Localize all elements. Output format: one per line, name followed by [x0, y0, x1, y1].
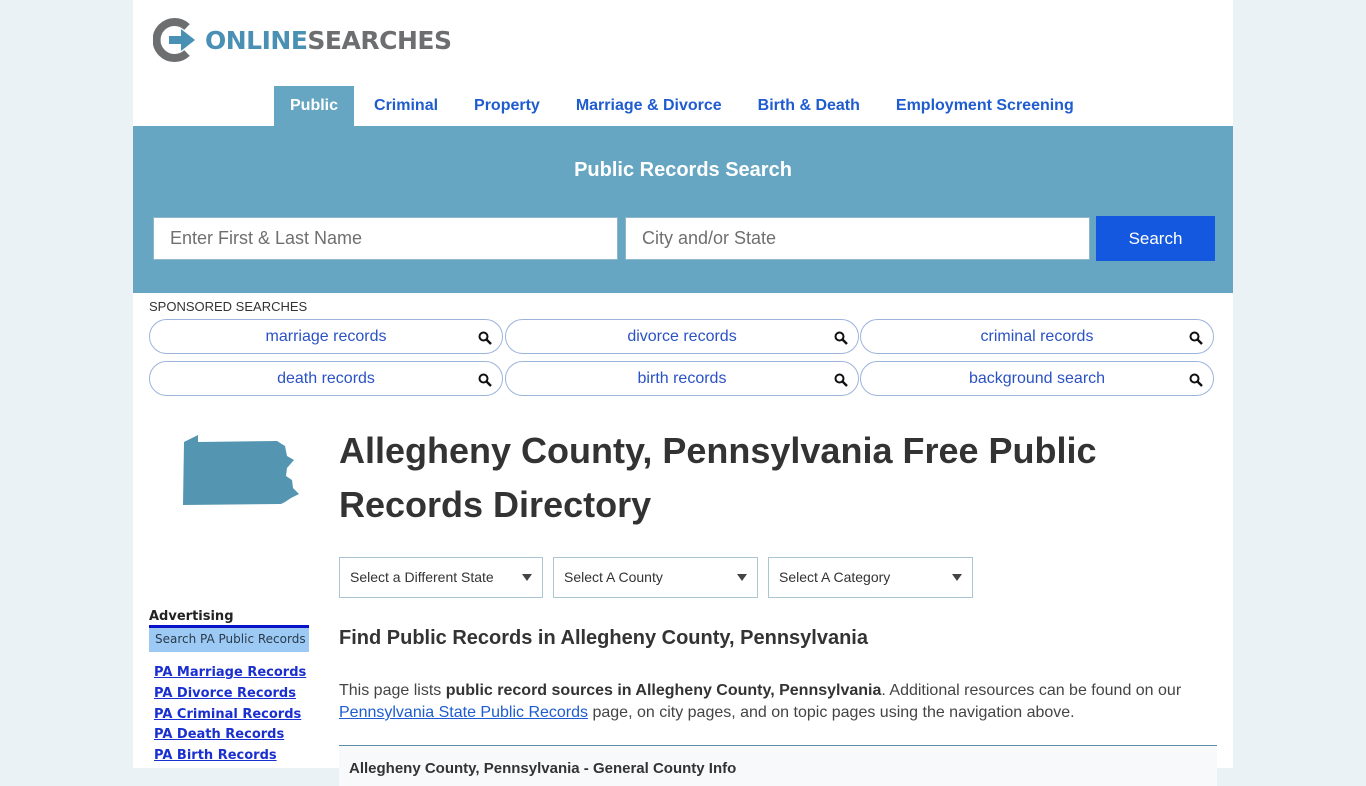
- general-county-info-title: Allegheny County, Pennsylvania - General…: [349, 760, 737, 777]
- nav-marriage-divorce[interactable]: Marriage & Divorce: [560, 86, 738, 126]
- logo-arrow-icon: [153, 18, 195, 62]
- intro-paragraph: This page lists public record sources in…: [339, 680, 1217, 724]
- search-icon: [478, 331, 492, 345]
- search-button[interactable]: Search: [1096, 216, 1215, 261]
- city-state-input[interactable]: [625, 217, 1090, 260]
- sponsored-link-label: background search: [968, 370, 1106, 387]
- logo-text: ONLINESEARCHES: [205, 25, 452, 55]
- county-select[interactable]: Select A County: [553, 557, 758, 598]
- search-pa-records-box: Search PA Public Records: [149, 625, 309, 652]
- sponsored-link-label: marriage records: [265, 328, 387, 345]
- sponsored-link-label: criminal records: [980, 328, 1094, 345]
- search-hero: Public Records Search Search: [133, 126, 1233, 293]
- county-select-value: Select A County: [564, 569, 663, 585]
- find-records-heading: Find Public Records in Allegheny County,…: [339, 627, 868, 649]
- sponsored-link-marriage-records[interactable]: marriage records: [149, 319, 503, 354]
- chevron-down-icon: [737, 574, 747, 581]
- advertising-label: Advertising: [149, 609, 234, 624]
- sponsored-searches-label: SPONSORED SEARCHES: [149, 299, 308, 314]
- nav-public[interactable]: Public: [274, 86, 355, 126]
- sidebar-link-divorce[interactable]: PA Divorce Records: [154, 684, 306, 705]
- logo-text-searches: SEARCHES: [307, 25, 452, 55]
- sponsored-link-criminal-records[interactable]: criminal records: [860, 319, 1214, 354]
- sponsored-link-death-records[interactable]: death records: [149, 361, 503, 396]
- sponsored-link-background-search[interactable]: background search: [860, 361, 1214, 396]
- hero-title: Public Records Search: [574, 159, 792, 181]
- chevron-down-icon: [952, 574, 962, 581]
- state-records-link[interactable]: Pennsylvania State Public Records: [339, 704, 588, 721]
- sidebar-links: PA Marriage Records PA Divorce Records P…: [154, 663, 306, 767]
- site-logo[interactable]: ONLINESEARCHES: [153, 18, 452, 62]
- sidebar-link-marriage[interactable]: PA Marriage Records: [154, 663, 306, 684]
- page-title: Allegheny County, Pennsylvania Free Publ…: [339, 430, 1097, 525]
- general-county-info-box: Allegheny County, Pennsylvania - General…: [339, 745, 1217, 786]
- sponsored-link-birth-records[interactable]: birth records: [505, 361, 859, 396]
- category-select-value: Select A Category: [779, 569, 891, 585]
- nav-employment-screening[interactable]: Employment Screening: [880, 86, 1090, 126]
- intro-text: page, on city pages, and on topic pages …: [588, 704, 1075, 721]
- state-select[interactable]: Select a Different State: [339, 557, 543, 598]
- sponsored-link-divorce-records[interactable]: divorce records: [505, 319, 859, 354]
- search-icon: [1189, 331, 1203, 345]
- sponsored-link-label: birth records: [637, 370, 727, 387]
- search-icon: [834, 373, 848, 387]
- sponsored-link-label: divorce records: [627, 328, 737, 345]
- category-select[interactable]: Select A Category: [768, 557, 973, 598]
- sidebar-link-birth[interactable]: PA Birth Records: [154, 746, 306, 767]
- search-icon: [834, 331, 848, 345]
- nav-birth-death[interactable]: Birth & Death: [742, 86, 876, 126]
- intro-text: . Additional resources can be found on o…: [881, 682, 1182, 699]
- sidebar-link-death[interactable]: PA Death Records: [154, 725, 306, 746]
- search-icon: [1189, 373, 1203, 387]
- logo-text-online: ONLINE: [205, 25, 308, 55]
- page-container: ONLINESEARCHES Public Criminal Property …: [133, 0, 1233, 786]
- name-input[interactable]: [153, 217, 618, 260]
- sidebar-link-criminal[interactable]: PA Criminal Records: [154, 705, 306, 726]
- intro-bold-text: public record sources in Allegheny Count…: [445, 682, 882, 699]
- state-select-value: Select a Different State: [350, 569, 494, 585]
- nav-property[interactable]: Property: [458, 86, 556, 126]
- chevron-down-icon: [522, 574, 532, 581]
- search-icon: [478, 373, 492, 387]
- sponsored-link-label: death records: [277, 370, 375, 387]
- intro-text: This page lists: [339, 682, 446, 699]
- pennsylvania-state-icon: [183, 435, 299, 505]
- main-nav: Public Criminal Property Marriage & Divo…: [274, 86, 1094, 126]
- nav-criminal[interactable]: Criminal: [358, 86, 454, 126]
